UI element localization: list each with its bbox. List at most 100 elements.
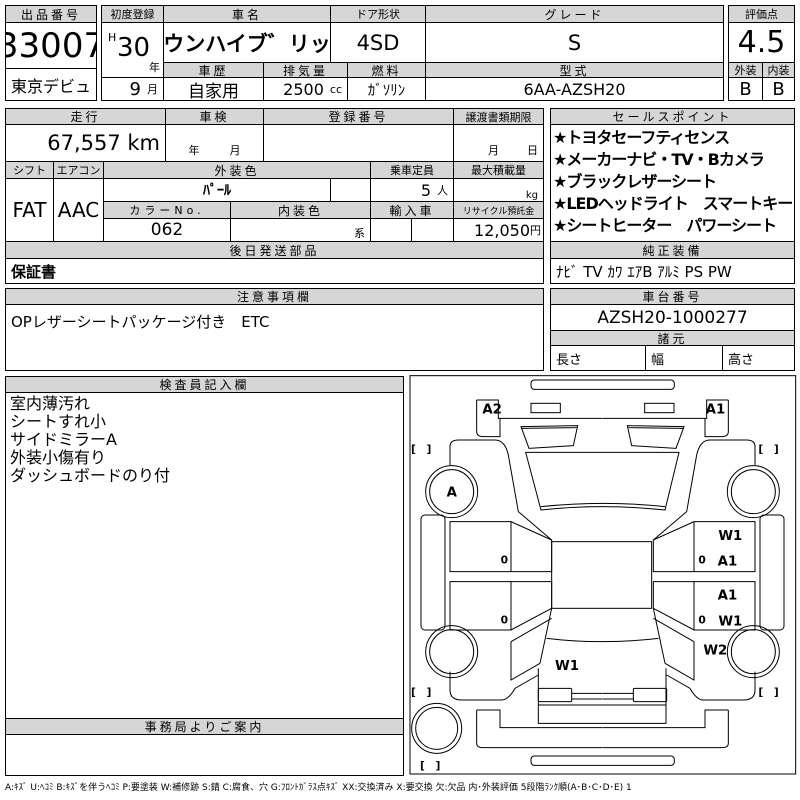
deadline-month-unit: 月	[488, 144, 499, 157]
history: 自家用	[163, 77, 264, 101]
color-no: 062	[103, 218, 231, 242]
bracket: [ ]	[411, 686, 431, 699]
bracket: [ ]	[758, 442, 778, 455]
car-damage-diagram: A2 A1 A W1 A1 A1 W1 W2 W1 0 0 0 0 [ ] [ …	[409, 375, 797, 775]
mark-right-rear-door: W1	[718, 615, 742, 630]
inspector-line: シートすれ小	[10, 412, 107, 431]
history-label: 車歴	[163, 62, 264, 78]
first-reg-label: 初度登録	[101, 5, 164, 23]
recycle-fee: 12,050 円	[453, 218, 544, 242]
mark-right-front-door: A1	[718, 555, 738, 570]
imported-label: 輸入車	[370, 201, 454, 219]
chassis-number: AZSH20-1000277	[550, 304, 795, 331]
displacement-label: 排気量	[263, 62, 348, 78]
interior-color: 系	[230, 218, 371, 242]
later-parts: 保証書	[5, 258, 544, 284]
mark-right-rear-fender: W2	[703, 643, 727, 658]
bracket: [ ]	[758, 686, 778, 699]
first-reg-month: 9月	[101, 77, 164, 101]
capacity: 5人	[370, 178, 454, 202]
max-load: kg	[453, 178, 544, 202]
zero-mark: 0	[698, 613, 705, 626]
car-name-label: 車名	[163, 5, 331, 23]
exterior-grade-label: 外装	[728, 62, 763, 78]
score: 4.5	[728, 22, 795, 63]
sales-point: ★シートヒーター パワーシート	[553, 216, 777, 235]
office-content	[5, 734, 404, 776]
imported-cell-2	[411, 218, 454, 242]
legend: A:ｷｽﾞ U:ﾍｺﾐ B:ｷｽﾞを伴うﾍｺﾐ P:要塗装 W:補修跡 S:錆 …	[5, 783, 632, 793]
lot-label: 出品番号	[5, 5, 97, 23]
interior-grade: B	[762, 77, 795, 101]
capacity-value: 5	[420, 180, 431, 200]
exterior-color: ﾊﾟｰﾙ	[103, 178, 331, 202]
era: H	[108, 31, 117, 44]
roof	[551, 541, 653, 609]
notes-label: 注意事項欄	[5, 288, 544, 305]
mark-trunk: W1	[555, 659, 579, 674]
month-unit: 月	[147, 83, 158, 96]
later-parts-label: 後日発送部品	[5, 241, 544, 259]
sales-point: ★トヨタセーフティセンス	[553, 128, 730, 147]
recycle-fee-unit: 円	[530, 224, 541, 237]
deadline-day-unit: 日	[527, 144, 538, 157]
inspection-date: 年月	[165, 124, 264, 162]
lot-number: 33007	[5, 22, 97, 69]
year-unit: 年	[149, 61, 160, 74]
sales-points-list: ★トヨタセーフティセンス ★メーカーナビ・TV・Bカメラ ★ブラックレザーシート…	[550, 124, 795, 242]
exterior-grade: B	[728, 77, 763, 101]
recycle-fee-value: 12,050	[474, 220, 530, 240]
transfer-deadline: 月日	[453, 124, 544, 162]
shift: FAT	[5, 178, 54, 242]
sales-points-label: セールスポイント	[550, 108, 795, 125]
inspection-year-unit: 年	[188, 144, 200, 157]
equipment-label: 純正装備	[550, 241, 795, 259]
capacity-label: 乗車定員	[370, 161, 454, 179]
exterior-color-label: 外装色	[103, 161, 371, 179]
inspector-line: ダッシュボードのり付	[10, 466, 171, 485]
grade-label: グレード	[425, 5, 724, 23]
zero-mark: 0	[501, 613, 508, 626]
car-name: クラウンハイブ゛リッド゛	[163, 22, 331, 63]
first-reg-year-cell: H 30 年	[101, 22, 164, 78]
diagram-frame	[409, 375, 797, 775]
mark-right-rear-door: A1	[718, 588, 738, 603]
model-code: 6AA-AZSH20	[425, 77, 724, 101]
registration-number	[263, 124, 454, 162]
sales-point: ★LEDヘッドライト スマートキー	[553, 194, 793, 213]
fuel-label: 燃料	[347, 62, 426, 78]
inspection-label: 車検	[165, 108, 264, 125]
inspector-line: サイドミラーA	[10, 430, 117, 449]
bracket: [ ]	[411, 442, 431, 455]
front-bumper-bar	[530, 379, 675, 390]
mark-right-front-door: W1	[718, 529, 742, 544]
imported-cell-1	[370, 218, 412, 242]
inspector-notes: 室内薄汚れ シートすれ小 サイドミラーA 外装小傷有り ダッシュボードのり付	[5, 392, 404, 719]
recycle-fee-label: リサイクル預託金	[453, 201, 544, 219]
equipment: ﾅﾋﾞ TV ｶﾜ ｴｱB ｱﾙﾐ PS PW	[550, 258, 795, 284]
spec-width: 幅	[645, 345, 723, 371]
year: 30	[117, 33, 151, 63]
windshield	[525, 451, 680, 511]
office-label: 事務局よりご案内	[5, 718, 404, 735]
mark-front-left-bumper: A2	[482, 402, 502, 417]
registration-number-label: 登録番号	[263, 108, 454, 125]
chassis-label: 車台番号	[550, 288, 795, 305]
mileage: 67,557 km	[5, 124, 166, 162]
notes: OPレザーシートパッケージ付き ETC	[5, 304, 544, 371]
door-type: 4SD	[330, 22, 426, 63]
displacement: 2500 cc	[263, 77, 348, 101]
exterior-color-extra	[330, 178, 371, 202]
transfer-deadline-label: 譲渡書類期限	[453, 108, 544, 125]
displacement-unit: cc	[329, 82, 342, 96]
zero-mark: 0	[501, 553, 508, 566]
inspection-month-unit: 月	[229, 144, 241, 157]
month: 9	[129, 78, 141, 100]
venue: 東京デビュ	[5, 68, 97, 101]
grade: S	[425, 22, 724, 63]
sales-point: ★ブラックレザーシート	[553, 172, 717, 191]
spec-length: 長さ	[550, 345, 646, 371]
capacity-unit: 人	[437, 184, 448, 197]
inspector-label: 検査員記入欄	[5, 376, 404, 393]
interior-color-label: 内装色	[230, 201, 371, 219]
